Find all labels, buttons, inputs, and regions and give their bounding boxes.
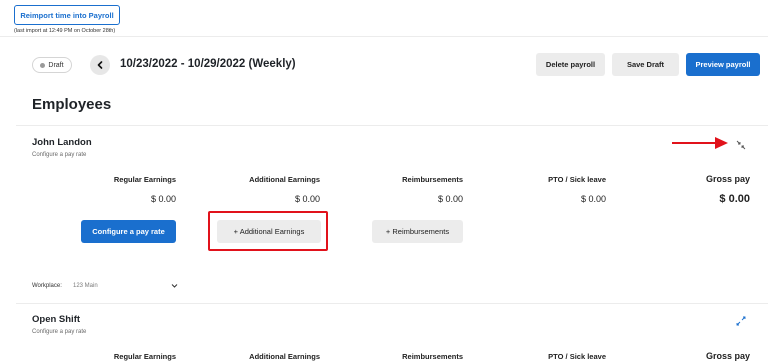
- column-header-reimbursements: Reimbursements: [402, 352, 463, 361]
- column-header-gross-pay: Gross pay: [705, 174, 750, 184]
- employee-name: John Landon: [32, 137, 92, 148]
- status-badge-label: Draft: [48, 61, 64, 69]
- column-header-pto: PTO / Sick leave: [548, 352, 606, 361]
- employee-name: Open Shift: [32, 314, 81, 325]
- chevron-down-icon[interactable]: [171, 283, 178, 289]
- collapse-icon[interactable]: [735, 139, 747, 151]
- pay-period-title: 10/23/2022 - 10/29/2022 (Weekly): [120, 58, 296, 70]
- annotation-highlight-box: [208, 211, 328, 251]
- employee-subtitle: Configure a pay rate: [32, 329, 87, 335]
- workplace-label: Workplace:: [32, 283, 62, 289]
- header-divider: [0, 36, 768, 37]
- reimbursements-value: $ 0.00: [437, 194, 463, 204]
- pto-value: $ 0.00: [580, 194, 606, 204]
- page-title: Employees: [32, 96, 112, 113]
- expand-icon[interactable]: [735, 315, 747, 327]
- column-header-regular-earnings: Regular Earnings: [113, 175, 176, 184]
- column-header-additional-earnings: Additional Earnings: [249, 175, 320, 184]
- workplace-select[interactable]: 123 Main: [73, 283, 98, 289]
- column-header-gross-pay: Gross pay: [705, 351, 750, 361]
- column-header-additional-earnings: Additional Earnings: [249, 352, 320, 361]
- configure-pay-rate-button[interactable]: Configure a pay rate: [81, 220, 176, 243]
- employee-subtitle: Configure a pay rate: [32, 152, 87, 158]
- column-header-reimbursements: Reimbursements: [402, 175, 463, 184]
- back-button[interactable]: [90, 55, 110, 75]
- save-draft-button[interactable]: Save Draft: [612, 53, 679, 76]
- reimport-time-button[interactable]: Reimport time into Payroll: [14, 5, 120, 25]
- regular-earnings-value: $ 0.00: [150, 194, 176, 204]
- last-import-text: (last import at 12:49 PM on October 28th…: [14, 28, 116, 34]
- additional-earnings-value: $ 0.00: [294, 194, 320, 204]
- column-header-pto: PTO / Sick leave: [548, 175, 606, 184]
- delete-payroll-button[interactable]: Delete payroll: [536, 53, 605, 76]
- annotation-arrow: [672, 137, 728, 149]
- preview-payroll-button[interactable]: Preview payroll: [686, 53, 760, 76]
- add-reimbursements-button[interactable]: + Reimbursements: [372, 220, 463, 243]
- chevron-left-icon: [97, 61, 103, 69]
- status-dot: [40, 62, 46, 68]
- employee-divider: [16, 303, 768, 304]
- column-header-regular-earnings: Regular Earnings: [113, 352, 176, 361]
- section-divider: [16, 125, 768, 126]
- gross-pay-value: $ 0.00: [719, 193, 750, 205]
- status-badge: Draft: [32, 57, 72, 73]
